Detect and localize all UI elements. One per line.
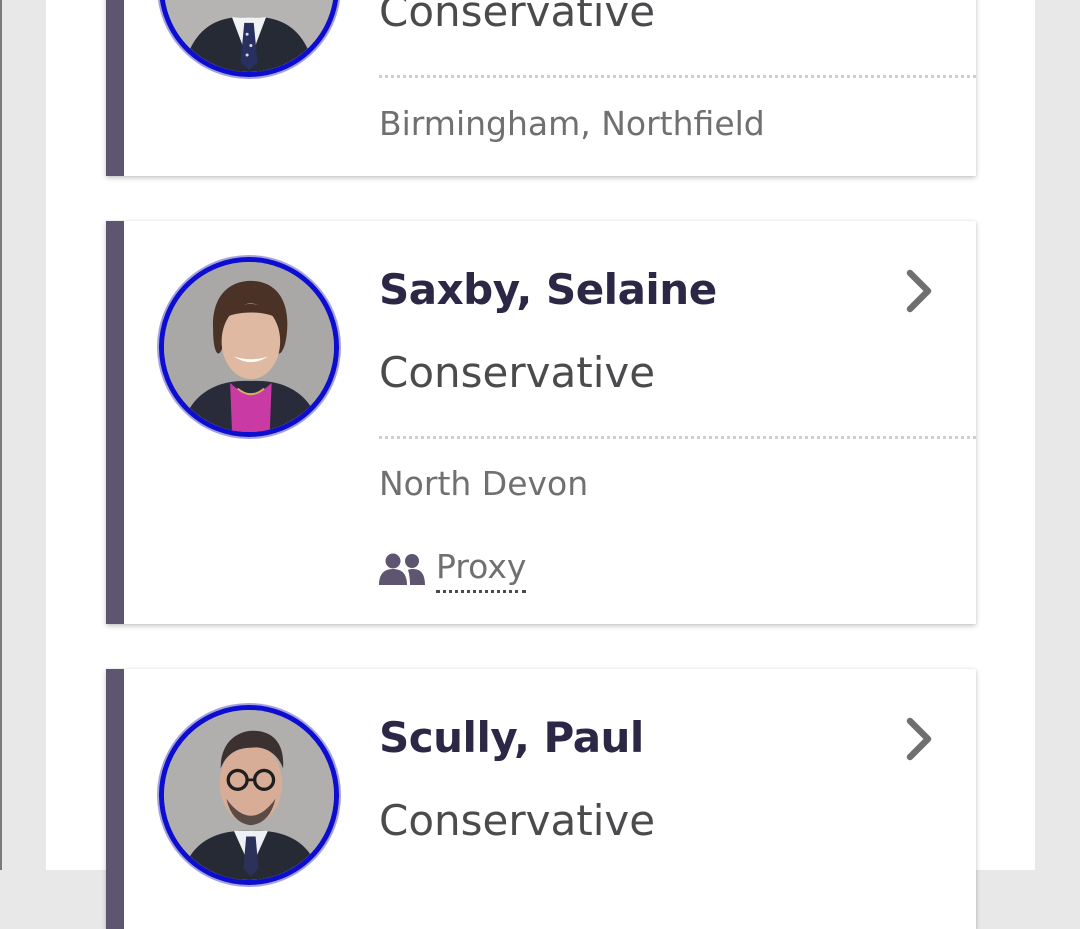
member-name[interactable]: Scully, Paul [379,713,644,762]
chevron-right-icon[interactable] [904,269,934,313]
avatar-portrait-image [164,262,334,432]
screen-edge [0,0,2,870]
card-divider [379,75,976,78]
avatar-portrait-image [164,710,334,880]
people-icon [379,553,425,585]
proxy-link[interactable]: Proxy [436,547,527,593]
member-constituency: North Devon [379,464,589,503]
member-avatar [159,705,339,885]
card-accent-bar [106,0,124,176]
member-constituency: Birmingham, Northfield [379,104,765,143]
card-accent-bar [106,669,124,929]
member-party: Conservative [379,796,656,845]
avatar-portrait-image [164,0,334,72]
card-accent-bar [106,221,124,624]
member-name[interactable]: Saxby, Selaine [379,265,717,314]
member-card[interactable]: Saxby, Selaine Conservative North Devon … [106,221,976,624]
card-divider [379,436,976,439]
member-card[interactable]: Scully, Paul Conservative [106,669,976,929]
member-party: Conservative [379,348,656,397]
member-card[interactable]: Conservative Birmingham, Northfield [106,0,976,176]
member-avatar [159,257,339,437]
member-party: Conservative [379,0,656,36]
member-avatar [159,0,339,77]
chevron-right-icon[interactable] [904,717,934,761]
